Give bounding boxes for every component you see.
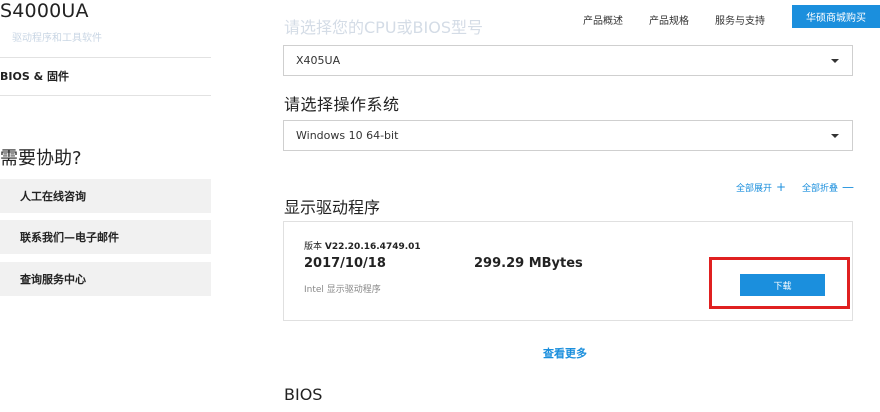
collapse-all-link[interactable]: 全部折叠 — [802, 180, 854, 194]
collapse-all-label: 全部折叠 [802, 184, 839, 194]
expand-all-link[interactable]: 全部展开 + [736, 180, 786, 194]
nav-specs[interactable]: 产品规格 [649, 12, 689, 27]
driver-version: 版本 V22.20.16.4749.01 [304, 239, 421, 252]
driver-size: 299.29 MBytes [474, 256, 583, 271]
expand-all-label: 全部展开 [736, 184, 773, 194]
cpu-bios-prompt: 请选择您的CPU或BIOS型号 [284, 18, 483, 37]
model-subtitle: 驱动程序和工具软件 [12, 33, 102, 44]
minus-icon: — [842, 180, 855, 194]
highlight-box [709, 257, 850, 309]
plus-icon: + [776, 180, 787, 194]
nav-support[interactable]: 服务与支持 [715, 12, 765, 27]
model-select-value: X405UA [296, 54, 341, 67]
os-select[interactable]: Windows 10 64-bit [283, 120, 853, 151]
shop-button[interactable]: 华硕商城购买 [792, 5, 880, 28]
email-contact-button[interactable]: 联系我们—电子邮件 [0, 220, 211, 254]
nav-overview[interactable]: 产品概述 [583, 12, 623, 27]
tab-bios-firmware[interactable]: BIOS & 固件 [0, 68, 69, 84]
divider [0, 57, 211, 58]
version-value: V22.20.16.4749.01 [324, 242, 421, 252]
model-title: S4000UA [0, 0, 89, 22]
chevron-down-icon [831, 59, 839, 63]
online-chat-button[interactable]: 人工在线咨询 [0, 179, 211, 213]
os-label: 请选择操作系统 [284, 95, 400, 114]
chevron-down-icon [831, 134, 839, 138]
see-more-link[interactable]: 查看更多 [543, 345, 587, 361]
service-center-button[interactable]: 查询服务中心 [0, 262, 211, 296]
help-title: 需要协助? [0, 148, 82, 169]
driver-date: 2017/10/18 [304, 256, 386, 271]
os-select-value: Windows 10 64-bit [296, 129, 399, 142]
version-label: 版本 [304, 242, 323, 252]
driver-description: Intel 显示驱动程序 [304, 285, 381, 295]
bios-section-title: BIOS [284, 385, 323, 404]
section-title: 显示驱动程序 [284, 198, 381, 217]
divider [0, 95, 211, 96]
model-select[interactable]: X405UA [283, 45, 853, 76]
